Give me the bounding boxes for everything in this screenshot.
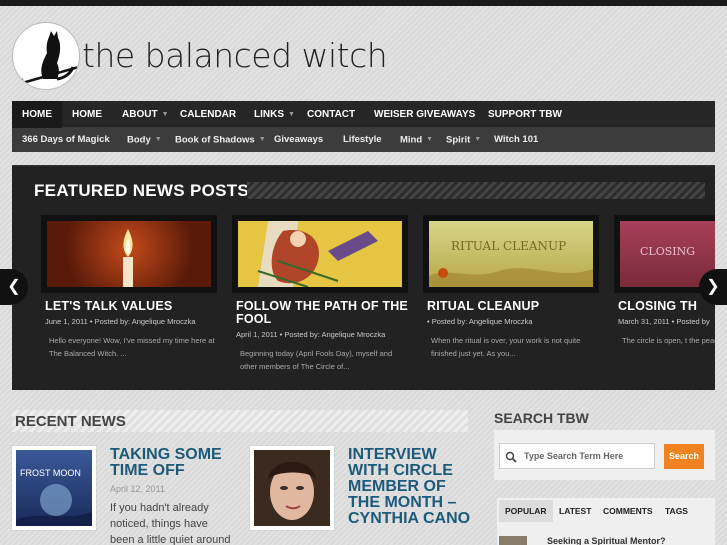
nav-mind[interactable]: Mind ▼ <box>400 128 433 152</box>
nav-lifestyle[interactable]: Lifestyle <box>343 128 382 152</box>
card-title[interactable]: LET'S TALK VALUES <box>41 300 217 313</box>
nav-home[interactable]: HOME <box>72 101 102 128</box>
chevron-down-icon: ▼ <box>288 111 295 118</box>
search-title: SEARCH TBW <box>494 410 589 426</box>
cat-logo-icon <box>12 22 80 90</box>
post-excerpt: If you hadn't already noticed, things ha… <box>110 502 231 545</box>
chevron-down-icon: ▼ <box>154 136 162 143</box>
nav-label: Body <box>127 134 151 146</box>
nav-body[interactable]: Body ▼ <box>127 128 162 152</box>
post-title[interactable]: TAKING SOME TIME OFF <box>110 447 240 479</box>
nav-weiser-giveaways[interactable]: WEISER GIVEAWAYS <box>374 101 475 128</box>
tab-comments[interactable]: COMMENTS <box>597 500 659 522</box>
featured-card[interactable]: FOLLOW THE PATH OF THE FOOL April 1, 201… <box>232 215 408 373</box>
nav-home-active[interactable]: HOME <box>12 101 62 128</box>
nav-label: Witch 101 <box>494 134 539 145</box>
nav-label: Lifestyle <box>343 134 382 145</box>
nav-label: SUPPORT TBW <box>488 109 562 120</box>
card-meta: • Posted by: Angelique Mroczka <box>427 317 533 326</box>
nav-giveaways[interactable]: Giveaways <box>274 128 323 152</box>
search-icon <box>505 451 517 463</box>
nav-label: Giveaways <box>274 134 324 145</box>
nav-label: Book of Shadows <box>175 134 255 146</box>
candle-image[interactable] <box>41 215 217 293</box>
recent-news-title: RECENT NEWS <box>15 413 126 430</box>
title-stripe <box>247 182 705 199</box>
nav-label: Spirit <box>446 134 471 146</box>
chevron-down-icon: ▼ <box>161 111 169 118</box>
chevron-down-icon: ▼ <box>258 136 266 143</box>
chevron-down-icon: ▼ <box>474 136 482 143</box>
card-title[interactable]: CLOSING TH <box>614 300 715 313</box>
nav-366-days[interactable]: 366 Days of Magick <box>22 128 110 152</box>
card-excerpt: Hello everyone! Wow, I've missed my time… <box>49 336 215 358</box>
nav-label: Mind <box>400 134 423 146</box>
secondary-nav: 366 Days of Magick Body ▼ Book of Shadows… <box>12 128 715 152</box>
fool-card-image[interactable] <box>232 215 408 293</box>
entry-thumbnail[interactable] <box>499 536 527 545</box>
card-excerpt: When the ritual is over, your work is no… <box>431 336 581 358</box>
nav-label: 366 Days of Magick <box>22 134 110 145</box>
nav-label: CONTACT <box>307 109 356 120</box>
frost-moon-thumbnail[interactable]: FROST MOON <box>12 446 96 530</box>
search-widget: Type Search Term Here Search <box>494 430 715 480</box>
tab-popular[interactable]: POPULAR <box>499 500 553 522</box>
nav-label: HOME <box>72 109 102 120</box>
nav-label: WEISER GIVEAWAYS <box>374 109 476 120</box>
image-caption: CLOSING <box>640 245 696 258</box>
primary-nav: HOME HOME ABOUT ▼ CALENDAR LINKS ▼ CONTACT… <box>12 101 715 128</box>
featured-card[interactable]: RITUAL CLEANUP RITUAL CLEANUP • Posted b… <box>423 215 599 360</box>
sidebar-tabs: POPULAR LATEST COMMENTS TAGS Seeking a S… <box>497 498 715 545</box>
nav-contact[interactable]: CONTACT <box>307 101 355 128</box>
card-title[interactable]: RITUAL CLEANUP <box>423 300 599 313</box>
chevron-down-icon: ▼ <box>426 136 434 143</box>
cynthia-cano-thumbnail[interactable] <box>250 446 334 530</box>
featured-card[interactable]: LET'S TALK VALUES June 1, 2011 • Posted … <box>41 215 217 360</box>
nav-witch-101[interactable]: Witch 101 <box>494 128 538 152</box>
nav-label: LINKS <box>254 109 284 121</box>
nav-calendar[interactable]: CALENDAR <box>180 101 236 128</box>
card-meta: April 1, 2011 • Posted by: Angelique Mro… <box>236 330 386 339</box>
nav-label: CALENDAR <box>180 109 237 120</box>
search-input[interactable]: Type Search Term Here <box>499 443 655 469</box>
tab-tags[interactable]: TAGS <box>659 500 694 522</box>
post-date: April 12, 2011 <box>110 484 165 494</box>
card-excerpt: The circle is open, t the peace of the G… <box>622 336 715 345</box>
card-title[interactable]: FOLLOW THE PATH OF THE FOOL <box>232 300 408 326</box>
nav-spirit[interactable]: Spirit ▼ <box>446 128 481 152</box>
search-button[interactable]: Search <box>664 444 704 469</box>
nav-label: ABOUT <box>122 109 158 121</box>
nav-links[interactable]: LINKS ▼ <box>254 101 295 128</box>
tab-latest[interactable]: LATEST <box>553 500 597 522</box>
card-meta: March 31, 2011 • Posted by <box>618 317 710 326</box>
card-meta: June 1, 2011 • Posted by: Angelique Mroc… <box>45 317 196 326</box>
featured-slider: FEATURED NEWS POSTS LET'S TALK VALUES Ju… <box>12 165 715 390</box>
site-title: the balanced witch <box>82 36 388 75</box>
featured-title: FEATURED NEWS POSTS <box>34 181 250 200</box>
slider-next-arrow-icon[interactable]: ❯ <box>699 269 727 305</box>
ritual-cleanup-image[interactable]: RITUAL CLEANUP <box>423 215 599 293</box>
nav-about[interactable]: ABOUT ▼ <box>122 101 169 128</box>
card-excerpt: Beginning today (April Fools Day), mysel… <box>240 349 393 371</box>
post-title[interactable]: INTERVIEW WITH CIRCLE MEMBER OF THE MONT… <box>348 447 473 527</box>
nav-book-of-shadows[interactable]: Book of Shadows ▼ <box>175 128 266 152</box>
nav-label: HOME <box>22 109 52 120</box>
nav-support-tbw[interactable]: SUPPORT TBW <box>488 101 562 128</box>
popular-entry-title[interactable]: Seeking a Spiritual Mentor? <box>547 536 666 545</box>
site-logo[interactable]: the balanced witch <box>12 22 388 92</box>
